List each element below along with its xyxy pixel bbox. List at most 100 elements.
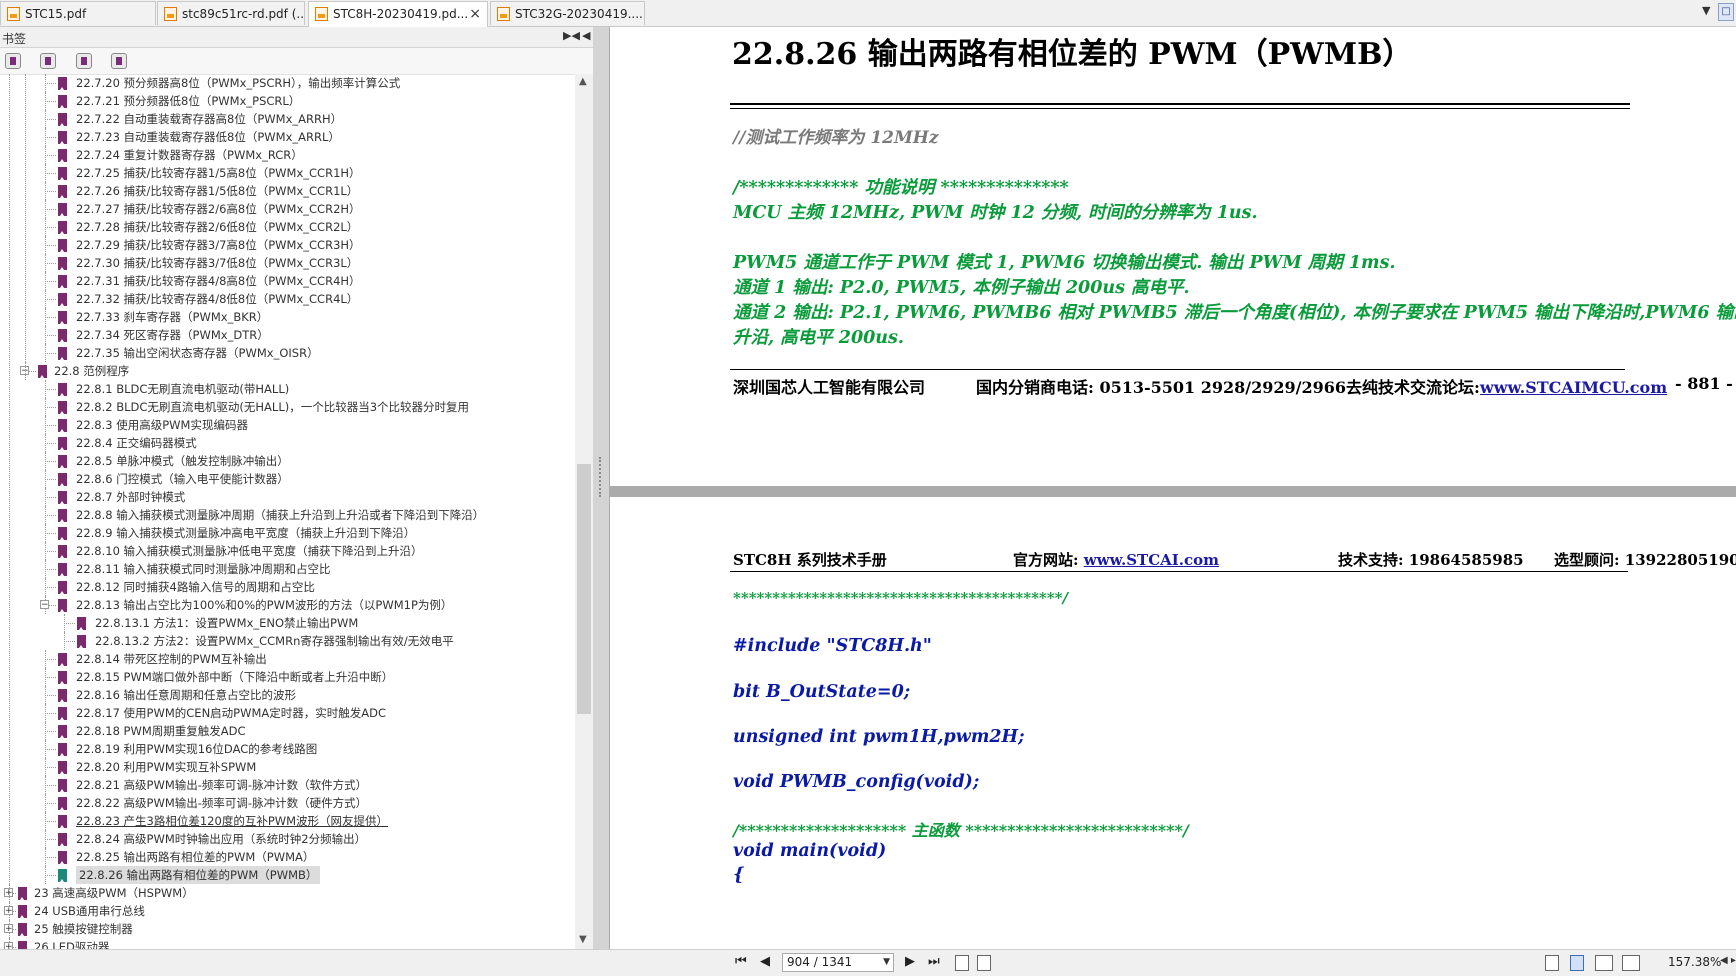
bookmark-item[interactable]: 22.8.17 使用PWM的CEN启动PWMA定时器，实时触发ADC — [0, 704, 575, 722]
bookmark-scrollbar[interactable]: ▲ ▼ — [575, 74, 593, 949]
footer-forum-link[interactable]: www.STCAIMCU.com — [1480, 378, 1667, 397]
bookmark-item[interactable]: 22.8.11 输入捕获模式同时测量脉冲周期和占空比 — [0, 560, 575, 578]
bookmark-item[interactable]: −22.8 范例程序 — [0, 362, 575, 380]
bookmark-item[interactable]: 22.7.25 捕获/比较寄存器1/5高8位（PWMx_CCR1H） — [0, 164, 575, 182]
zoom-level[interactable]: 157.38% — [1668, 955, 1721, 969]
splitter-grip[interactable] — [599, 457, 603, 497]
scroll-up-icon[interactable]: ▲ — [579, 76, 587, 87]
bookmark-item[interactable]: 22.8.23 产生3路相位差120度的互补PWM波形（网友提供） — [0, 812, 575, 830]
bookmark-item[interactable]: 22.8.8 输入捕获模式测量脉冲周期（捕获上升沿到上升沿或者下降沿到下降沿） — [0, 506, 575, 524]
bookmark-label: 22.7.32 捕获/比较寄存器4/8低8位（PWMx_CCR4L） — [76, 292, 359, 306]
bookmark-label: 22.8.13.2 方法2：设置PWMx_CCMRn寄存器强制输出有效/无效电平 — [95, 634, 454, 648]
bookmark-item[interactable]: 22.7.32 捕获/比较寄存器4/8低8位（PWMx_CCR4L） — [0, 290, 575, 308]
collapse-bookmark-icon[interactable] — [40, 53, 56, 69]
forward-view-icon[interactable] — [977, 955, 991, 971]
bookmark-item[interactable]: 22.8.6 门控模式（输入电平使能计数器） — [0, 470, 575, 488]
bookmark-item[interactable]: 22.7.35 输出空闲状态寄存器（PWMx_OISR） — [0, 344, 575, 362]
two-page-continuous-icon[interactable] — [1622, 955, 1640, 971]
back-view-icon[interactable] — [955, 955, 969, 971]
bookmark-item[interactable]: 22.8.21 高级PWM输出-频率可调-脉冲计数（软件方式） — [0, 776, 575, 794]
bookmark-item[interactable]: 22.8.22 高级PWM输出-频率可调-脉冲计数（硬件方式） — [0, 794, 575, 812]
tree-connector — [45, 569, 56, 570]
bookmark-item[interactable]: 22.8.25 输出两路有相位差的PWM（PWMA） — [0, 848, 575, 866]
bookmark-item[interactable]: 22.8.14 带死区控制的PWM互补输出 — [0, 650, 575, 668]
bookmark-item[interactable]: 22.8.13.1 方法1：设置PWMx_ENO禁止输出PWM — [0, 614, 575, 632]
page-number-input[interactable]: 904 / 1341 ▼ — [782, 953, 894, 972]
bookmark-item[interactable]: 22.8.20 利用PWM实现互补SPWM — [0, 758, 575, 776]
bookmark-item[interactable]: 22.8.15 PWM端口做外部中断（下降沿中断或者上升沿中断） — [0, 668, 575, 686]
bookmark-item[interactable]: +25 触摸按键控制器 — [0, 920, 575, 938]
bookmark-item[interactable]: 22.7.20 预分频器高8位（PWMx_PSCRH），输出频率计算公式 — [0, 74, 575, 92]
bookmark-item[interactable]: 22.7.31 捕获/比较寄存器4/8高8位（PWMx_CCR4H） — [0, 272, 575, 290]
scroll-down-icon[interactable]: ▼ — [579, 934, 587, 945]
bookmark-icon — [58, 689, 67, 702]
bookmark-item[interactable]: 22.8.2 BLDC无刷直流电机驱动(无HALL)，一个比较器当3个比较器分时… — [0, 398, 575, 416]
single-page-icon[interactable] — [1545, 955, 1559, 971]
bookmark-item[interactable]: 22.8.24 高级PWM时钟输出应用（系统时钟2分频输出） — [0, 830, 575, 848]
tab-stc8h[interactable]: STC8H-20230419.pd... × — [308, 1, 488, 27]
expand-node-icon[interactable]: + — [4, 924, 13, 934]
bookmark-item[interactable]: − 22.8.13 输出占空比为100%和0%的PWM波形的方法（以PWM1P为例… — [0, 596, 575, 614]
panel-splitter[interactable] — [593, 27, 609, 949]
bookmark-label: 22.8.19 利用PWM实现16位DAC的参考线路图 — [76, 742, 318, 756]
first-page-icon[interactable]: ⏮ — [735, 954, 747, 969]
tab-stc15[interactable]: STC15.pdf — [0, 1, 156, 25]
bookmark-item[interactable]: 22.7.29 捕获/比较寄存器3/7高8位（PWMx_CCR3H） — [0, 236, 575, 254]
tree-connector — [45, 587, 56, 588]
tab-list-dropdown-icon[interactable]: ▼ — [1702, 4, 1710, 17]
chevron-down-icon[interactable]: ▼ — [883, 954, 890, 971]
header-site-link[interactable]: www.STCAI.com — [1084, 551, 1219, 569]
continuous-page-icon[interactable] — [1570, 955, 1584, 971]
bookmark-item[interactable]: 22.8.18 PWM周期重复触发ADC — [0, 722, 575, 740]
close-icon[interactable]: × — [469, 2, 481, 26]
bookmark-item[interactable]: 22.7.27 捕获/比较寄存器2/6高8位（PWMx_CCR2H） — [0, 200, 575, 218]
expand-bookmark-icon[interactable] — [5, 53, 21, 69]
tab-stc32g[interactable]: STC32G-20230419.... — [490, 1, 645, 25]
bookmark-item[interactable]: 22.7.22 自动重装载寄存器高8位（PWMx_ARRH） — [0, 110, 575, 128]
bookmark-item[interactable]: 22.7.23 自动重装载寄存器低8位（PWMx_ARRL） — [0, 128, 575, 146]
find-bookmark-icon[interactable] — [111, 53, 127, 69]
bookmark-item[interactable]: 22.8.1 BLDC无刷直流电机驱动(带HALL) — [0, 380, 575, 398]
panel-collapse-icon[interactable]: ◀ — [582, 29, 590, 42]
bookmark-item[interactable]: 22.8.7 外部时钟模式 — [0, 488, 575, 506]
bookmark-item[interactable]: 22.7.26 捕获/比较寄存器1/5低8位（PWMx_CCR1L） — [0, 182, 575, 200]
bookmark-item[interactable]: 22.7.24 重复计数器寄存器（PWMx_RCR） — [0, 146, 575, 164]
bookmark-item[interactable]: 22.7.30 捕获/比较寄存器3/7低8位（PWMx_CCR3L） — [0, 254, 575, 272]
bookmark-item[interactable]: 22.8.13.2 方法2：设置PWMx_CCMRn寄存器强制输出有效/无效电平 — [0, 632, 575, 650]
bookmark-label: 22.8 范例程序 — [54, 364, 130, 378]
window-restore-icon[interactable]: □ — [1718, 3, 1734, 21]
panel-expand-icon[interactable]: ▶◀ — [563, 29, 580, 42]
bookmark-item[interactable]: 22.7.21 预分频器低8位（PWMx_PSCRL） — [0, 92, 575, 110]
expand-node-icon[interactable]: + — [4, 906, 13, 916]
tab-stc89c51[interactable]: stc89c51rc-rd.pdf (... — [157, 1, 305, 25]
bookmark-item[interactable]: 22.8.16 输出任意周期和任意占空比的波形 — [0, 686, 575, 704]
expand-node-icon[interactable]: + — [4, 942, 13, 949]
bookmark-item[interactable]: 22.8.9 输入捕获模式测量脉冲高电平宽度（捕获上升沿到下降沿） — [0, 524, 575, 542]
zoom-dropdown-icon[interactable]: ◀ ▸ — [1720, 955, 1736, 966]
tree-connector — [45, 533, 56, 534]
document-view[interactable]: 22.8.26 输出两路有相位差的 PWM（PWMB） //测试工作频率为 12… — [609, 27, 1736, 949]
bookmark-item[interactable]: 22.8.5 单脉冲模式（触发控制脉冲输出） — [0, 452, 575, 470]
bookmark-item[interactable]: 22.8.3 使用高级PWM实现编码器 — [0, 416, 575, 434]
bookmark-item[interactable]: 22.8.10 输入捕获模式测量脉冲低电平宽度（捕获下降沿到上升沿） — [0, 542, 575, 560]
bookmark-item[interactable]: 22.8.26 输出两路有相位差的PWM（PWMB） — [0, 866, 575, 884]
bookmark-item[interactable]: 22.8.19 利用PWM实现16位DAC的参考线路图 — [0, 740, 575, 758]
prev-page-icon[interactable]: ◀ — [760, 954, 770, 969]
bookmark-label: 22.7.35 输出空闲状态寄存器（PWMx_OISR） — [76, 346, 319, 360]
bookmark-icon — [58, 419, 67, 432]
bookmark-item[interactable]: 22.7.28 捕获/比较寄存器2/6低8位（PWMx_CCR2L） — [0, 218, 575, 236]
bookmark-item[interactable]: +24 USB通用串行总线 — [0, 902, 575, 920]
bookmark-item[interactable]: 22.8.12 同时捕获4路输入信号的周期和占空比 — [0, 578, 575, 596]
bookmark-item[interactable]: +26 LED驱动器 — [0, 938, 575, 949]
bookmark-panel: 书签 ▶◀ ◀ 22.7.20 预分频器高8位（PWMx_PSCRH），输出频率… — [0, 27, 593, 949]
scrollbar-thumb[interactable] — [577, 464, 591, 714]
bookmark-item[interactable]: 22.7.34 死区寄存器（PWMx_DTR） — [0, 326, 575, 344]
two-page-icon[interactable] — [1595, 955, 1613, 971]
bookmark-item[interactable]: 22.7.33 刹车寄存器（PWMx_BKR） — [0, 308, 575, 326]
last-page-icon[interactable]: ⏭ — [928, 954, 940, 969]
bookmark-item[interactable]: 22.8.4 正交编码器模式 — [0, 434, 575, 452]
next-page-icon[interactable]: ▶ — [905, 954, 915, 969]
add-bookmark-icon[interactable] — [76, 53, 92, 69]
bookmark-item[interactable]: +23 高速高级PWM（HSPWM） — [0, 884, 575, 902]
collapse-node-icon[interactable]: − — [40, 600, 49, 610]
